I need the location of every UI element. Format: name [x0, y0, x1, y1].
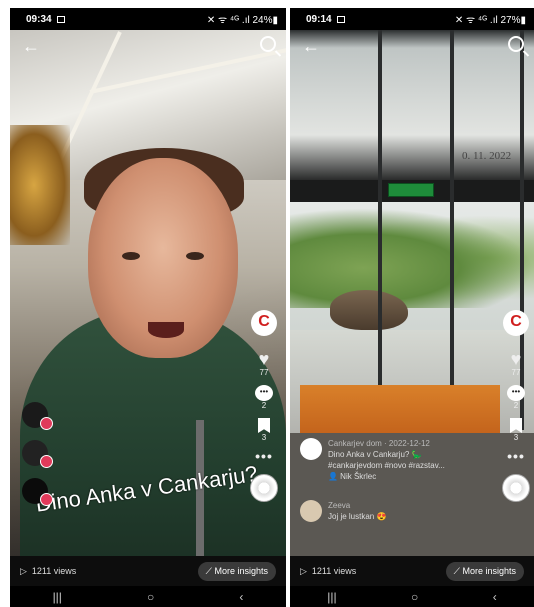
gallery-notification-icon: [56, 15, 65, 23]
status-indicators: ✕ ᯤ ⁴ᴳ .ıl 24%▮: [206, 15, 278, 26]
back-arrow-icon[interactable]: ←: [302, 36, 320, 57]
status-time: 09:34: [26, 13, 52, 25]
views-count: 1211 views: [311, 566, 357, 576]
more-insights-label: More insights: [462, 565, 516, 576]
more-insights-button[interactable]: ⟋ More insights: [445, 561, 524, 581]
more-insights-label: More insights: [214, 565, 268, 576]
bookmark-icon[interactable]: [258, 418, 270, 433]
search-icon[interactable]: [260, 36, 276, 52]
post-date: 2022-12-12: [388, 439, 430, 448]
comment-text: Joj je lustkan 😍: [328, 512, 387, 521]
like-count: 77: [259, 368, 269, 377]
top-bar: ←: [10, 30, 286, 60]
status-indicators: ✕ ᯤ ⁴ᴳ .ıl 27%▮: [454, 15, 526, 26]
comment-icon[interactable]: •••: [507, 385, 525, 401]
phone-screenshot-right: 09:14 ✕ ᯤ ⁴ᴳ .ıl 27%▮ 0. 11. 2022 Cankar…: [290, 8, 534, 607]
post-author[interactable]: Cankarjev dom: [328, 439, 382, 448]
dinosaur-sculpture: [330, 290, 408, 330]
system-nav-bar: ||| ○ ‹: [10, 586, 286, 607]
views-indicator: ▷ 1211 views: [20, 566, 76, 577]
chandelier: [10, 125, 70, 245]
play-icon: ▷: [300, 565, 307, 576]
bookmark-icon[interactable]: [510, 418, 522, 433]
home-button[interactable]: ○: [147, 590, 154, 604]
back-button[interactable]: ‹: [493, 590, 497, 604]
trees-outside: [290, 208, 534, 308]
more-options-icon[interactable]: •••: [248, 448, 280, 464]
more-options-icon[interactable]: •••: [500, 448, 532, 464]
insights-bar: ▷ 1211 views ⟋ More insights: [290, 556, 534, 586]
system-nav-bar: ||| ○ ‹: [290, 586, 534, 607]
exit-sign: [388, 183, 434, 197]
comment-user[interactable]: Zeeva: [328, 500, 386, 511]
status-bar: 09:14 ✕ ᯤ ⁴ᴳ .ıl 27%▮: [290, 8, 534, 30]
audio-disc-icon[interactable]: [250, 474, 278, 502]
search-icon[interactable]: [508, 36, 524, 52]
views-indicator: ▷ 1211 views: [300, 566, 356, 577]
viewer-avatar[interactable]: [22, 402, 53, 430]
profile-avatar[interactable]: [503, 310, 529, 336]
check-notification-icon: [336, 15, 345, 23]
video-player[interactable]: Dino Anka v Cankarju?: [10, 30, 286, 556]
heart-badge-icon: [40, 455, 53, 468]
viewer-avatars: [22, 402, 53, 516]
doormat: [300, 385, 500, 433]
comment-icon[interactable]: •••: [255, 385, 273, 401]
action-rail: ♥ 77 ••• 2 3 •••: [248, 310, 280, 502]
save-count: 3: [513, 433, 519, 442]
post-info: Cankarjev dom · 2022-12-12 Dino Anka v C…: [328, 439, 445, 482]
audio-disc-icon[interactable]: [502, 474, 530, 502]
top-bar: ←: [290, 30, 534, 60]
commenter-avatar[interactable]: [300, 500, 322, 522]
back-arrow-icon[interactable]: ←: [22, 36, 40, 57]
post-credit[interactable]: 👤 Nik Škrlec: [328, 471, 445, 482]
home-button[interactable]: ○: [411, 590, 418, 604]
views-count: 1211 views: [31, 566, 77, 576]
insights-bar: ▷ 1211 views ⟋ More insights: [10, 556, 286, 586]
post-hashtags[interactable]: #cankarjevdom #novo #razstav...: [328, 460, 445, 471]
viewer-avatar[interactable]: [22, 478, 53, 506]
video-player[interactable]: 0. 11. 2022 Cankarjev dom · 2022-12-12 D…: [290, 30, 534, 556]
action-rail: ♥ 77 ••• 2 3 •••: [500, 310, 532, 502]
heart-badge-icon: [40, 417, 53, 430]
status-time: 09:14: [306, 13, 332, 25]
like-count: 77: [511, 368, 521, 377]
facade-sign: 0. 11. 2022: [462, 150, 512, 162]
save-count: 3: [261, 433, 267, 442]
back-button[interactable]: ‹: [239, 590, 243, 604]
like-icon[interactable]: ♥: [500, 350, 532, 368]
play-icon: ▷: [20, 565, 27, 576]
recent-apps-button[interactable]: |||: [327, 590, 336, 604]
recent-apps-button[interactable]: |||: [53, 590, 62, 604]
more-insights-button[interactable]: ⟋ More insights: [197, 561, 276, 581]
author-avatar[interactable]: [300, 438, 322, 460]
comment-item: Zeeva Joj je lustkan 😍: [328, 500, 386, 522]
viewer-avatar[interactable]: [22, 440, 53, 468]
like-icon[interactable]: ♥: [248, 350, 280, 368]
heart-badge-icon: [40, 493, 53, 506]
status-bar: 09:34 ✕ ᯤ ⁴ᴳ .ıl 24%▮: [10, 8, 286, 30]
phone-screenshot-left: 09:34 ✕ ᯤ ⁴ᴳ .ıl 24%▮ Dino Anka v Cankar…: [10, 8, 286, 607]
profile-avatar[interactable]: [251, 310, 277, 336]
post-title: Dino Anka v Cankarju? 🦕: [328, 450, 422, 459]
comment-count: 2: [513, 401, 519, 410]
comment-count: 2: [261, 401, 267, 410]
